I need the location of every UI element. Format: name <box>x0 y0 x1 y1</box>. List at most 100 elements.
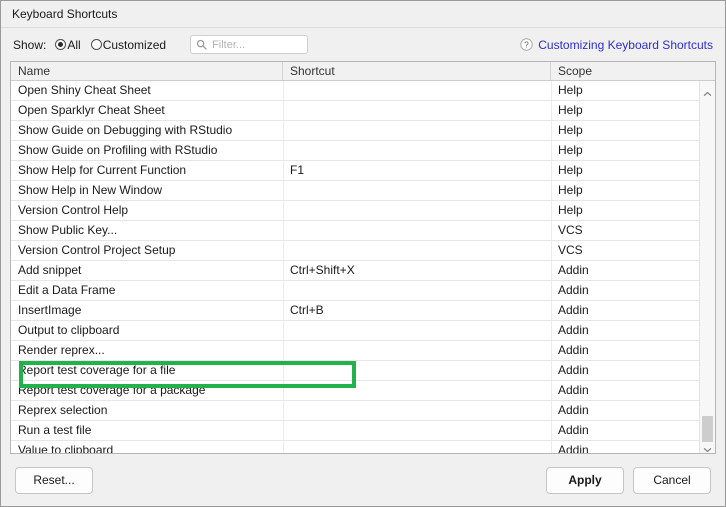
search-icon <box>196 39 207 50</box>
cell-shortcut <box>283 381 551 400</box>
cell-name: Open Shiny Cheat Sheet <box>18 83 151 97</box>
cell-name: Report test coverage for a file <box>18 363 176 377</box>
cell-shortcut <box>283 141 551 160</box>
table-row[interactable]: Output to clipboard Addin <box>11 321 715 341</box>
scroll-down-button[interactable] <box>700 437 715 453</box>
window-title: Keyboard Shortcuts <box>12 7 118 21</box>
cell-shortcut: F1 <box>290 163 305 177</box>
cell-scope: Addin <box>558 283 589 297</box>
cell-name: Reprex selection <box>18 403 108 417</box>
cell-shortcut <box>283 361 551 380</box>
customizing-keyboard-shortcuts-link[interactable]: Customizing Keyboard Shortcuts <box>538 38 713 52</box>
table-scrollbar[interactable] <box>699 81 715 453</box>
chevron-down-icon <box>703 442 712 453</box>
column-header-name[interactable]: Name <box>11 62 283 80</box>
cell-name: Output to clipboard <box>18 323 120 337</box>
cell-scope: Help <box>558 143 583 157</box>
cell-name: Add snippet <box>18 263 82 277</box>
cell-name: Open Sparklyr Cheat Sheet <box>18 103 165 117</box>
radio-customized-indicator[interactable] <box>90 39 102 50</box>
filter-input-wrapper[interactable]: Filter... <box>190 35 309 54</box>
radio-option-customized[interactable]: Customized <box>90 38 166 52</box>
shortcuts-table: Name Shortcut Scope Open Shiny Cheat She… <box>10 61 716 454</box>
cell-scope: Help <box>558 103 583 117</box>
table-row[interactable]: Show Help for Current Function F1 Help <box>11 161 715 181</box>
table-body: Open Shiny Cheat Sheet Help Open Sparklyr … <box>11 81 715 453</box>
show-radio-group: All Customized <box>55 38 176 52</box>
table-row[interactable]: Open Sparklyr Cheat Sheet Help <box>11 101 715 121</box>
table-row[interactable]: Show Guide on Profiling with RStudio Help <box>11 141 715 161</box>
svg-text:?: ? <box>524 40 529 50</box>
table-row[interactable]: Report test coverage for a file Addin <box>11 361 715 381</box>
chevron-up-icon <box>703 86 712 96</box>
radio-option-all[interactable]: All <box>55 37 81 52</box>
cell-name: Render reprex... <box>18 343 105 357</box>
cell-name: Version Control Project Setup <box>18 243 176 257</box>
cell-scope: Addin <box>558 423 589 437</box>
table-row[interactable]: Reprex selection Addin <box>11 401 715 421</box>
cell-shortcut <box>283 181 551 200</box>
cell-scope: Addin <box>558 343 589 357</box>
cell-scope: Addin <box>558 383 589 397</box>
column-header-scope[interactable]: Scope <box>551 62 715 80</box>
cell-shortcut <box>283 401 551 420</box>
keyboard-shortcuts-dialog: Keyboard Shortcuts Show: All Customized … <box>0 0 726 507</box>
cell-scope: Help <box>558 83 583 97</box>
cell-shortcut: Ctrl+B <box>290 303 324 317</box>
cell-shortcut <box>283 221 551 240</box>
table-row[interactable]: Version Control Help Help <box>11 201 715 221</box>
cell-shortcut <box>283 321 551 340</box>
cell-scope: Help <box>558 123 583 137</box>
cell-scope: Help <box>558 203 583 217</box>
column-header-shortcut[interactable]: Shortcut <box>283 62 551 80</box>
table-row[interactable]: Edit a Data Frame Addin <box>11 281 715 301</box>
table-row[interactable]: Add snippet Ctrl+Shift+X Addin <box>11 261 715 281</box>
radio-all-label: All <box>67 37 81 52</box>
table-row[interactable]: Show Public Key... VCS <box>11 221 715 241</box>
table-row[interactable]: Render reprex... Addin <box>11 341 715 361</box>
table-header-row: Name Shortcut Scope <box>11 62 715 81</box>
cell-name: Version Control Help <box>18 203 129 217</box>
table-row[interactable]: InsertImage Ctrl+B Addin <box>11 301 715 321</box>
cell-scope: Addin <box>558 443 589 453</box>
table-row[interactable]: Run a test file Addin <box>11 421 715 441</box>
scroll-up-button[interactable] <box>700 81 715 97</box>
show-label: Show: <box>13 37 47 52</box>
table-row[interactable]: Report test coverage for a package Addin <box>11 381 715 401</box>
table-row[interactable]: Value to clipboard Addin <box>11 441 715 453</box>
cell-name: Show Guide on Profiling with RStudio <box>18 143 218 157</box>
cell-shortcut <box>283 241 551 260</box>
cell-shortcut <box>283 81 551 100</box>
cell-name: Show Guide on Debugging with RStudio <box>18 123 233 137</box>
cell-name: Value to clipboard <box>18 443 114 453</box>
question-mark-icon: ? <box>520 38 533 51</box>
cell-shortcut <box>283 121 551 140</box>
cell-name: Show Help for Current Function <box>18 163 187 177</box>
help-link-wrapper: ? Customizing Keyboard Shortcuts <box>520 38 713 52</box>
cell-shortcut <box>283 201 551 220</box>
table-row[interactable]: Show Help in New Window Help <box>11 181 715 201</box>
radio-all-indicator[interactable] <box>55 39 67 50</box>
footer-right-buttons: Apply Cancel <box>546 466 711 494</box>
cell-scope: Addin <box>558 303 589 317</box>
cell-scope: Help <box>558 163 583 177</box>
cancel-button[interactable]: Cancel <box>633 466 711 494</box>
apply-button[interactable]: Apply <box>546 466 624 494</box>
cell-name: Edit a Data Frame <box>18 283 116 297</box>
table-row[interactable]: Version Control Project Setup VCS <box>11 241 715 261</box>
cell-shortcut <box>283 281 551 300</box>
cell-scope: Addin <box>558 363 589 377</box>
table-row[interactable]: Show Guide on Debugging with RStudio Help <box>11 121 715 141</box>
cell-name: Show Help in New Window <box>18 183 163 197</box>
reset-button[interactable]: Reset... <box>15 466 93 494</box>
window-titlebar: Keyboard Shortcuts <box>1 1 725 28</box>
cell-scope: Help <box>558 183 583 197</box>
filter-input-placeholder[interactable]: Filter... <box>212 39 245 51</box>
cell-shortcut <box>283 441 551 453</box>
cell-scope: VCS <box>558 223 583 237</box>
table-row[interactable]: Open Shiny Cheat Sheet Help <box>11 81 715 101</box>
cell-scope: Addin <box>558 323 589 337</box>
cell-name: Report test coverage for a package <box>18 383 206 397</box>
cell-name: Run a test file <box>18 423 92 437</box>
cell-shortcut <box>283 421 551 440</box>
